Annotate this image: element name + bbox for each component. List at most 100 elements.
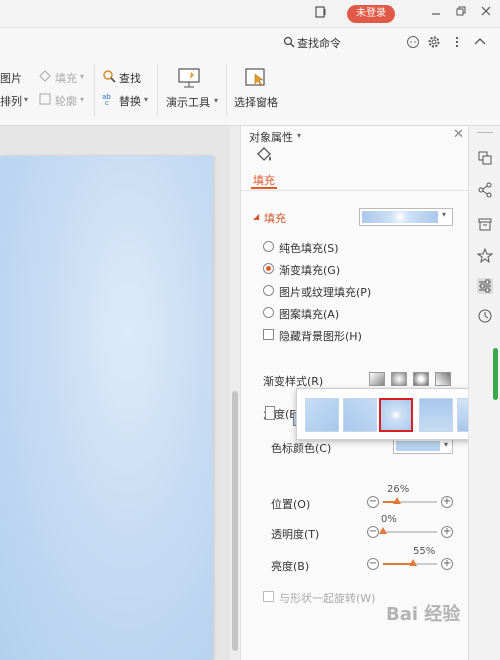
- transparency-label: 透明度(T): [271, 528, 320, 541]
- fill-button[interactable]: 填充: [55, 70, 77, 86]
- panel-title-dropdown-icon: ▾: [297, 131, 302, 140]
- preset-gradient-option[interactable]: [343, 398, 377, 432]
- gradient-style-radial[interactable]: [391, 372, 407, 386]
- more-icon[interactable]: [455, 35, 459, 52]
- brightness-slider[interactable]: − 55% +: [367, 546, 453, 572]
- gradient-stop[interactable]: [265, 406, 275, 420]
- selection-pane-button[interactable]: 选择窗格: [234, 94, 278, 110]
- tablet-icon[interactable]: [313, 5, 329, 21]
- radio-label: 图片或纹理填充(P): [279, 286, 372, 299]
- slide-shape[interactable]: [0, 156, 213, 660]
- checkbox[interactable]: [263, 329, 274, 340]
- fill-section-header[interactable]: 填充: [264, 210, 286, 226]
- gradient-style-path[interactable]: [435, 372, 451, 386]
- radio-label: 渐变填充(G): [279, 264, 341, 277]
- ribbon: 图片 排列 ▾ 填充 ▾ 轮廓 ▾ 查找 ab c 替换 ▾ 演示工具 ▾ 选择窗…: [0, 56, 500, 126]
- replace-button[interactable]: 替换: [119, 93, 141, 109]
- fill-icon: [38, 70, 52, 85]
- radio-button[interactable]: [263, 263, 274, 274]
- preset-gradient-option[interactable]: [419, 398, 453, 432]
- sidebar-handle: [477, 132, 493, 133]
- minimize-icon[interactable]: [428, 5, 444, 21]
- picture-button[interactable]: 图片: [0, 70, 22, 86]
- ribbon-separator: [157, 64, 158, 116]
- fill-color-dropdown[interactable]: ▾: [359, 208, 453, 226]
- tab-fill-underline: [251, 187, 277, 189]
- position-value: 26%: [387, 484, 410, 495]
- radio-button[interactable]: [263, 285, 274, 296]
- panel-title[interactable]: 对象属性: [249, 129, 293, 145]
- radio-button[interactable]: [263, 241, 274, 252]
- radio-label: 纯色填充(S): [279, 242, 339, 255]
- fill-preview-swatch: [362, 211, 438, 223]
- canvas-scrollbar[interactable]: [230, 126, 240, 660]
- slider-thumb[interactable]: [393, 497, 402, 504]
- gradient-style-label: 渐变样式(R): [263, 375, 324, 388]
- slider-track[interactable]: [383, 501, 437, 503]
- position-decrease-button[interactable]: −: [367, 496, 379, 508]
- presentation-tools-button[interactable]: 演示工具: [166, 94, 210, 110]
- archive-icon[interactable]: [477, 216, 493, 232]
- slider-track[interactable]: [383, 531, 437, 533]
- arrange-button[interactable]: 排列: [0, 93, 22, 109]
- search-icon[interactable]: [283, 36, 295, 51]
- restore-icon[interactable]: [453, 5, 469, 21]
- find-button[interactable]: 查找: [119, 70, 141, 86]
- magic-icon[interactable]: [476, 247, 494, 264]
- stop-color-dropdown-icon: ▾: [444, 440, 449, 449]
- search-command[interactable]: 查找命令: [297, 35, 341, 51]
- panel-divider: [241, 190, 469, 191]
- outline-dropdown-icon: ▾: [80, 95, 85, 104]
- brightness-decrease-button[interactable]: −: [367, 558, 379, 570]
- outline-button[interactable]: 轮廓: [55, 93, 77, 109]
- settings-icon[interactable]: [427, 35, 441, 52]
- collapse-ribbon-icon[interactable]: [474, 36, 486, 49]
- stop-color-swatch: [396, 441, 440, 451]
- transparency-value: 0%: [381, 514, 397, 525]
- presentation-tools-icon: [178, 68, 200, 91]
- checkbox-label: 与形状一起旋转(W): [279, 592, 376, 605]
- gradient-style-rectangular[interactable]: [413, 372, 429, 386]
- brightness-label: 亮度(B): [271, 560, 310, 573]
- position-increase-button[interactable]: +: [441, 496, 453, 508]
- tab-fill[interactable]: 填充: [253, 172, 275, 188]
- brightness-value: 55%: [413, 546, 436, 557]
- gradient-style-linear[interactable]: [369, 372, 385, 386]
- properties-sliders-icon[interactable]: [477, 278, 493, 294]
- fill-bucket-icon[interactable]: [255, 146, 273, 164]
- login-button[interactable]: 未登录: [347, 5, 395, 23]
- preset-gradient-option[interactable]: [305, 398, 339, 432]
- checkbox-label: 隐藏背景图形(H): [279, 330, 362, 343]
- checkbox[interactable]: [263, 591, 274, 602]
- outline-icon: [38, 93, 52, 108]
- close-icon[interactable]: [478, 5, 494, 21]
- slider-thumb[interactable]: [379, 527, 387, 534]
- history-icon[interactable]: [477, 308, 493, 324]
- comment-icon[interactable]: [406, 35, 420, 52]
- watermark: Bai 经验: [386, 604, 461, 625]
- selection-pane-icon: [245, 68, 267, 91]
- radio-label: 图案填充(A): [279, 308, 340, 321]
- stop-color-label: 色标颜色(C): [271, 442, 332, 455]
- panel-close-icon[interactable]: ✕: [453, 127, 464, 142]
- position-slider[interactable]: − 26% +: [367, 484, 453, 510]
- copy-format-icon[interactable]: [477, 150, 493, 166]
- ribbon-separator: [94, 64, 95, 116]
- collapse-triangle-icon[interactable]: ◢: [253, 212, 259, 221]
- stop-color-dropdown[interactable]: ▾: [393, 438, 453, 454]
- ribbon-top-row: 查找命令: [0, 28, 500, 56]
- title-bar: 未登录: [0, 0, 500, 28]
- transparency-increase-button[interactable]: +: [441, 526, 453, 538]
- fill-dropdown-icon: ▾: [442, 210, 447, 219]
- transparency-decrease-button[interactable]: −: [367, 526, 379, 538]
- presentation-tools-dropdown-icon: ▾: [214, 96, 219, 105]
- slider-thumb[interactable]: [408, 559, 417, 566]
- transparency-slider[interactable]: − 0% +: [367, 514, 453, 540]
- canvas-scrollbar-thumb[interactable]: [232, 391, 238, 651]
- preset-gradient-option-selected[interactable]: [379, 398, 413, 432]
- share-icon[interactable]: [477, 182, 493, 198]
- side-scroll-indicator[interactable]: [493, 348, 498, 400]
- radio-button[interactable]: [263, 307, 274, 318]
- svg-text:c: c: [105, 99, 109, 106]
- brightness-increase-button[interactable]: +: [441, 558, 453, 570]
